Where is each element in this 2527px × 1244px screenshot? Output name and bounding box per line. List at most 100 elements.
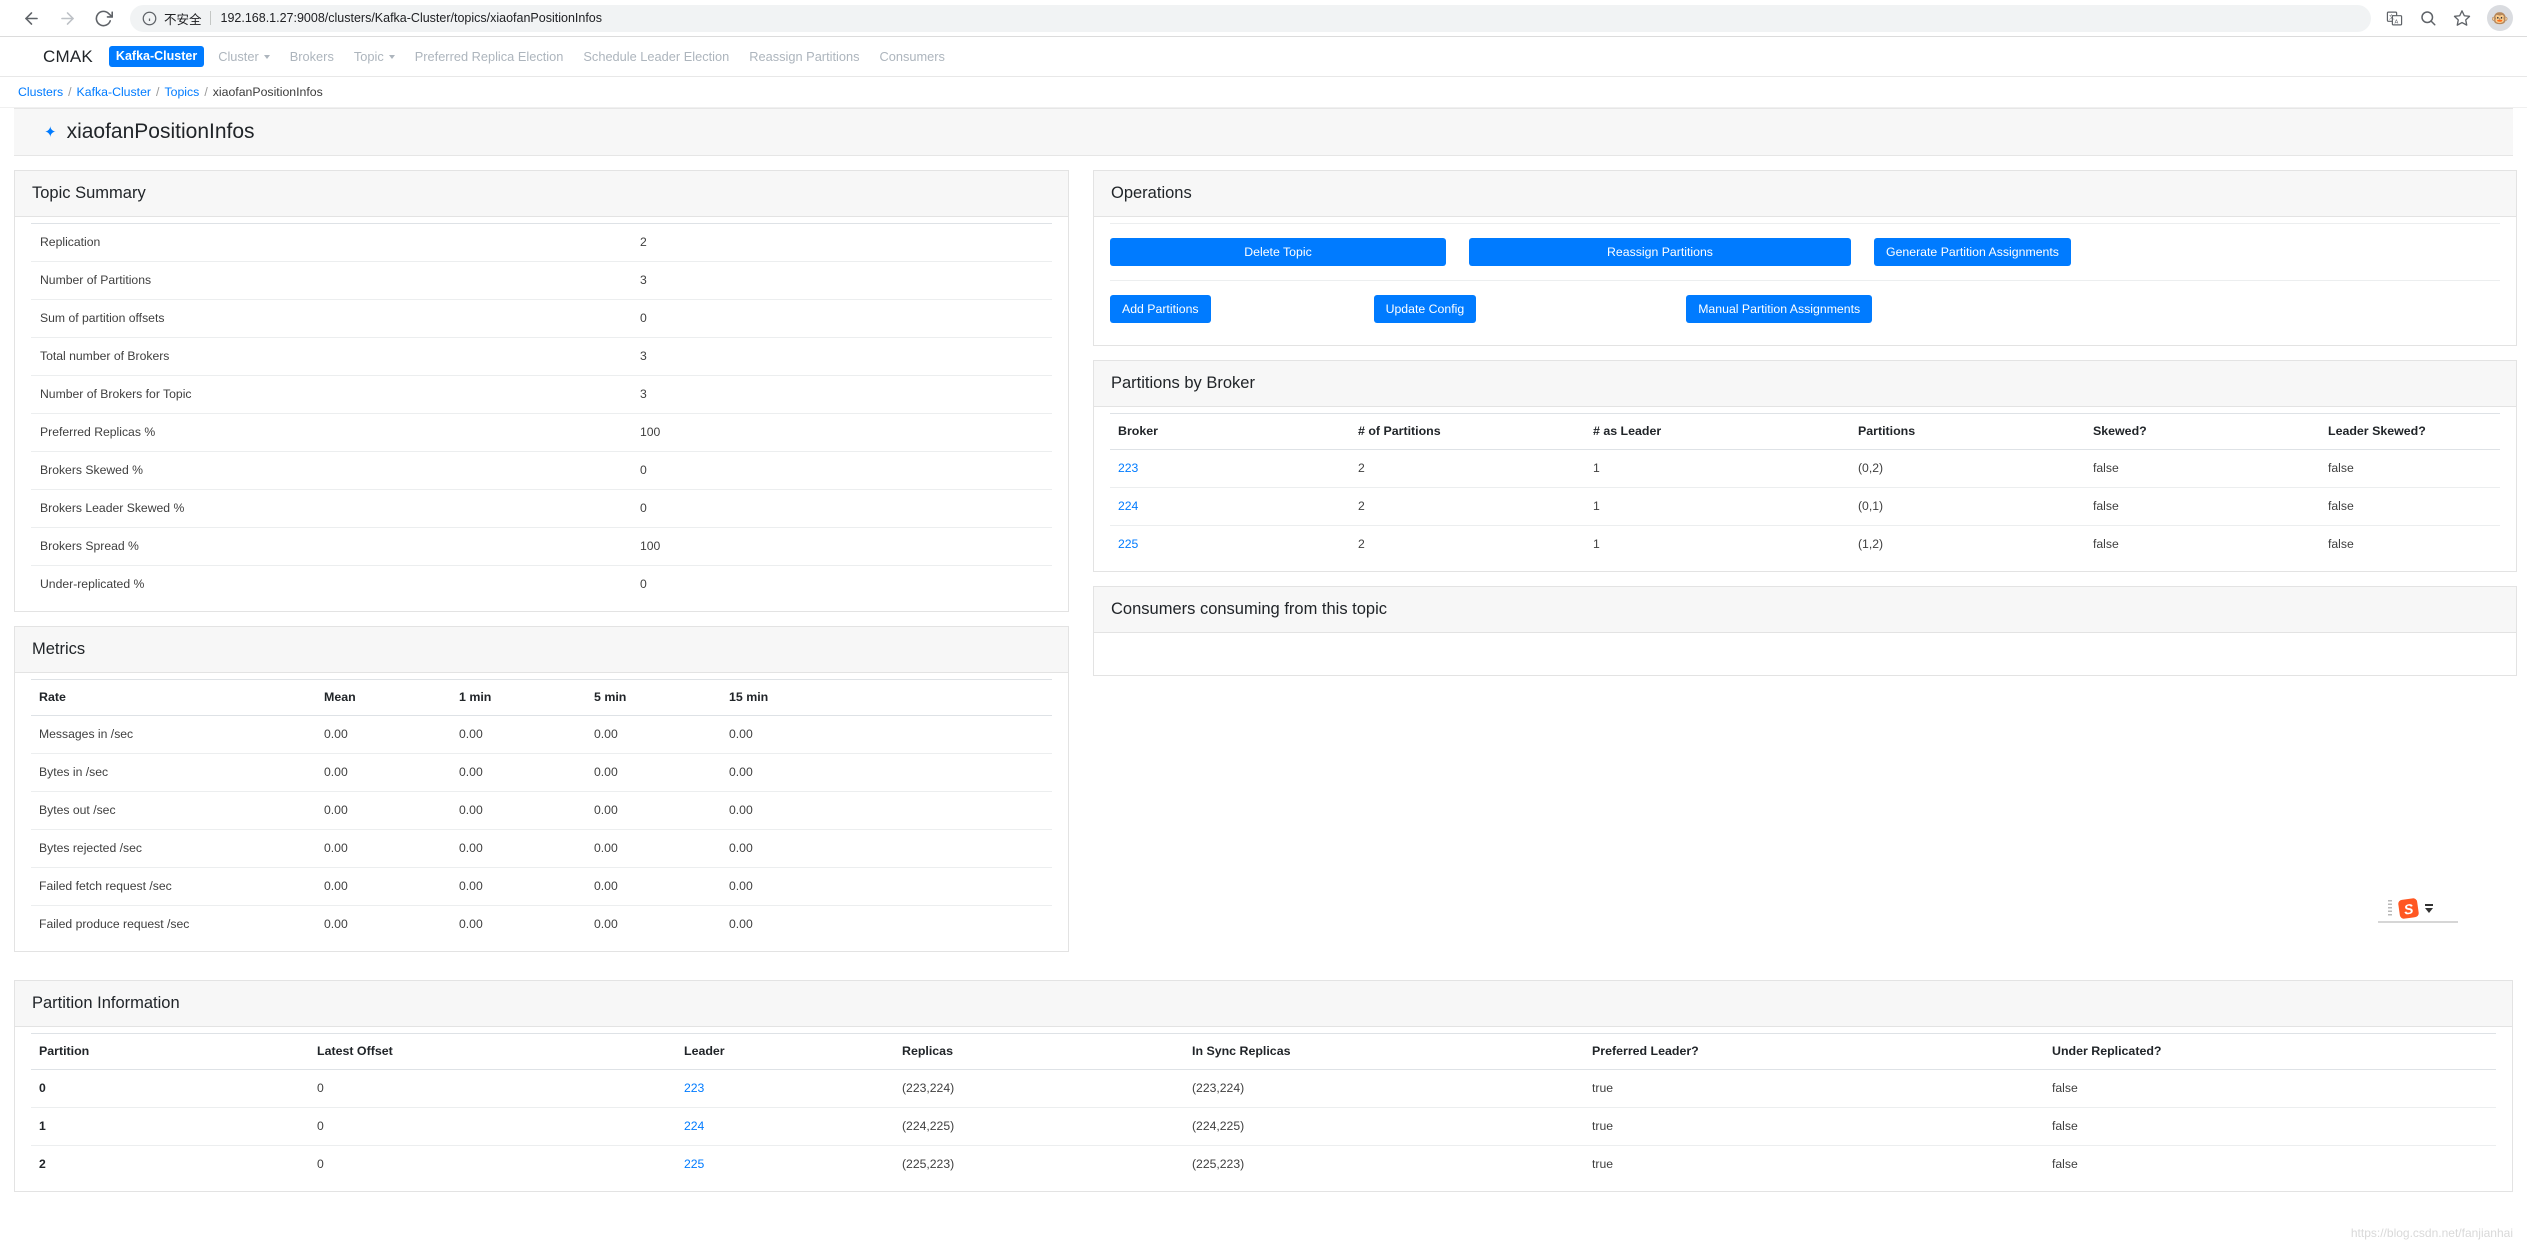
topic-summary-heading: Topic Summary (15, 171, 1068, 217)
partitions-by-broker-table: Broker # of Partitions # as Leader Parti… (1110, 413, 2500, 563)
broker-num-partitions: 2 (1350, 487, 1585, 526)
metric-1min: 0.00 (451, 791, 586, 830)
breadcrumb-item-kafka-cluster[interactable]: Kafka-Cluster (77, 85, 152, 99)
back-icon[interactable] (14, 3, 48, 33)
operations-card: Operations Delete Topic Reassign Partiti… (1093, 170, 2517, 346)
ime-floating-widget[interactable]: S (2388, 897, 2433, 920)
table-row: Number of Brokers for Topic 3 (31, 375, 1052, 414)
update-config-button[interactable]: Update Config (1373, 295, 1477, 323)
address-bar[interactable]: 不安全 192.168.1.27:9008/clusters/Kafka-Clu… (130, 4, 2371, 32)
broker-as-leader: 1 (1585, 525, 1850, 563)
table-row: Sum of partition offsets 0 (31, 299, 1052, 338)
broker-link[interactable]: 224 (1110, 487, 1350, 526)
breadcrumb-item-topics[interactable]: Topics (164, 85, 199, 99)
add-partitions-button[interactable]: Add Partitions (1110, 295, 1211, 323)
url-text[interactable]: 192.168.1.27:9008/clusters/Kafka-Cluster… (221, 11, 602, 25)
metric-15min: 0.00 (721, 791, 1052, 830)
minimize-icon[interactable] (2425, 904, 2433, 906)
partinfo-leader-link[interactable]: 223 (676, 1069, 894, 1108)
broker-num-partitions: 2 (1350, 525, 1585, 563)
partition-information-heading: Partition Information (15, 981, 2512, 1027)
star-icon[interactable] (2447, 3, 2477, 33)
broker-as-leader: 1 (1585, 487, 1850, 526)
nav-item-reassign-partitions[interactable]: Reassign Partitions (749, 49, 859, 64)
collapse-toggle-icon[interactable]: ✦ (44, 125, 57, 140)
partinfo-leader-link[interactable]: 225 (676, 1145, 894, 1183)
metric-1min: 0.00 (451, 867, 586, 906)
partinfo-col-replicas: Replicas (894, 1033, 1184, 1070)
metric-15min: 0.00 (721, 715, 1052, 754)
nav-item-preferred-replica-election[interactable]: Preferred Replica Election (415, 49, 564, 64)
partinfo-partition: 1 (31, 1107, 309, 1146)
table-row: Number of Partitions 3 (31, 261, 1052, 300)
metric-15min: 0.00 (721, 867, 1052, 906)
browser-toolbar: 不安全 192.168.1.27:9008/clusters/Kafka-Clu… (0, 0, 2527, 37)
broker-col-leader-skewed: Leader Skewed? (2320, 413, 2500, 450)
avatar[interactable]: 🐵 (2487, 5, 2513, 31)
left-column: Topic Summary Replication 2 Number of Par… (14, 170, 1069, 966)
operations-row-2: Add Partitions Update Config Manual Part… (1110, 280, 2500, 337)
metric-rate: Bytes rejected /sec (31, 829, 316, 868)
summary-label: Total number of Brokers (31, 337, 632, 376)
chevron-down-icon[interactable] (2425, 908, 2433, 913)
translate-icon[interactable]: 文A (2379, 3, 2409, 33)
right-column: Operations Delete Topic Reassign Partiti… (1093, 170, 2517, 690)
partitions-by-broker-heading: Partitions by Broker (1094, 361, 2516, 407)
reassign-partitions-button[interactable]: Reassign Partitions (1469, 238, 1851, 266)
metric-1min: 0.00 (451, 715, 586, 754)
summary-value: 0 (632, 565, 1052, 603)
ime-track (2378, 921, 2458, 923)
sogou-logo-icon[interactable]: S (2397, 897, 2420, 920)
delete-topic-button[interactable]: Delete Topic (1110, 238, 1446, 266)
broker-link[interactable]: 225 (1110, 525, 1350, 563)
partition-information-card: Partition Information Partition Latest O… (14, 980, 2513, 1192)
metric-mean: 0.00 (316, 753, 451, 792)
nav-item-cluster[interactable]: Cluster (218, 49, 270, 64)
broker-col-broker: Broker (1110, 413, 1350, 450)
page-header: ✦ xiaofanPositionInfos (14, 108, 2513, 156)
main-columns: Topic Summary Replication 2 Number of Par… (0, 156, 2527, 980)
drag-grip-icon[interactable] (2388, 900, 2392, 917)
breadcrumb-item-current: xiaofanPositionInfos (212, 85, 323, 99)
cluster-badge[interactable]: Kafka-Cluster (108, 46, 205, 67)
consumers-card: Consumers consuming from this topic (1093, 586, 2517, 676)
metric-mean: 0.00 (316, 905, 451, 943)
broker-partitions: (0,1) (1850, 487, 2085, 526)
partition-information-body: Partition Latest Offset Leader Replicas … (15, 1027, 2512, 1191)
manual-partition-assignments-button[interactable]: Manual Partition Assignments (1686, 295, 1873, 323)
app-navbar: CMAK Kafka-Cluster Cluster Brokers Topic… (0, 37, 2527, 77)
generate-partition-assignments-button[interactable]: Generate Partition Assignments (1874, 238, 2071, 266)
table-row: Bytes out /sec 0.00 0.00 0.00 0.00 (31, 791, 1052, 830)
nav-item-topic[interactable]: Topic (354, 49, 395, 64)
partinfo-leader-link[interactable]: 224 (676, 1107, 894, 1146)
partinfo-replicas: (223,224) (894, 1069, 1184, 1108)
insecure-label: 不安全 (164, 12, 202, 27)
partinfo-isr: (225,223) (1184, 1145, 1584, 1183)
summary-label: Under-replicated % (31, 565, 632, 603)
ime-controls[interactable] (2425, 904, 2433, 913)
metric-rate: Failed fetch request /sec (31, 867, 316, 906)
brand-cmak[interactable]: CMAK (43, 47, 93, 67)
nav-item-schedule-leader-election[interactable]: Schedule Leader Election (583, 49, 729, 64)
breadcrumb-item-clusters[interactable]: Clusters (18, 85, 63, 99)
partinfo-replicas: (225,223) (894, 1145, 1184, 1183)
partitions-by-broker-card: Partitions by Broker Broker # of Partiti… (1093, 360, 2517, 572)
nav-item-consumers[interactable]: Consumers (880, 49, 945, 64)
browser-toolbar-actions: 文A 🐵 (2379, 3, 2513, 33)
summary-value: 0 (632, 489, 1052, 528)
partinfo-preferred-leader: true (1584, 1145, 2044, 1183)
watermark: https://blog.csdn.net/fanjianhai (2350, 1226, 2513, 1240)
partinfo-col-preferred-leader: Preferred Leader? (1584, 1033, 2044, 1070)
broker-link[interactable]: 223 (1110, 449, 1350, 488)
metric-mean: 0.00 (316, 867, 451, 906)
search-icon[interactable] (2413, 3, 2443, 33)
site-info-icon[interactable] (142, 11, 157, 26)
summary-label: Replication (31, 223, 632, 262)
partinfo-col-isr: In Sync Replicas (1184, 1033, 1584, 1070)
forward-icon[interactable] (50, 3, 84, 33)
metric-rate: Messages in /sec (31, 715, 316, 754)
table-row: 2 0 225 (225,223) (225,223) true false (31, 1145, 2496, 1183)
topic-summary-body: Replication 2 Number of Partitions 3 Sum o… (15, 217, 1068, 611)
reload-icon[interactable] (86, 3, 120, 33)
nav-item-brokers[interactable]: Brokers (290, 49, 334, 64)
